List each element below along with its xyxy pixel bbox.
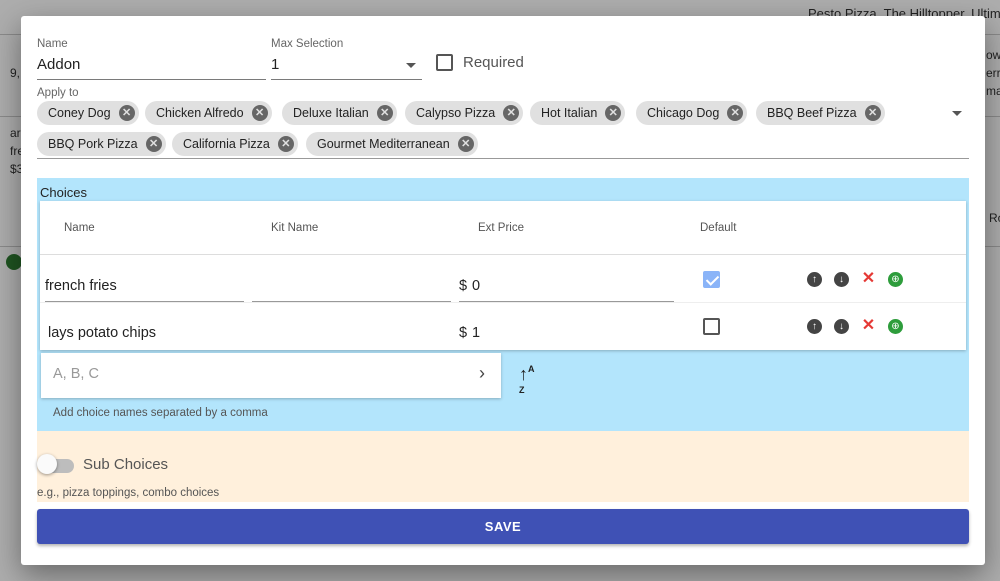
choice-name-input[interactable]: french fries	[45, 278, 117, 294]
chip-label: California Pizza	[183, 137, 270, 151]
chip-label: Coney Dog	[48, 106, 111, 120]
sub-choices-panel: Sub Choices e.g., pizza toppings, combo …	[37, 431, 969, 502]
move-down-icon[interactable]: ↓	[834, 272, 849, 287]
name-underline	[37, 79, 266, 80]
chip-calypso-pizza: Calypso Pizza ✕	[405, 101, 524, 125]
sub-choices-helper: e.g., pizza toppings, combo choices	[37, 487, 220, 499]
add-choices-card: ›	[41, 353, 501, 398]
move-up-icon[interactable]: ↑	[807, 319, 822, 334]
chevron-right-icon[interactable]: ›	[479, 363, 485, 384]
max-selection-label: Max Selection	[271, 38, 344, 50]
chip-label: Chicken Alfredo	[156, 106, 244, 120]
chip-chicken-alfredo: Chicken Alfredo ✕	[145, 101, 272, 125]
chip-remove-icon[interactable]: ✕	[605, 105, 622, 121]
chip-gourmet-mediterranean: Gourmet Mediterranean ✕	[306, 132, 478, 156]
globe-icon[interactable]: ⊕	[888, 319, 903, 334]
header-ext-price: Ext Price	[478, 222, 525, 234]
chip-remove-icon[interactable]: ✕	[503, 105, 520, 121]
apply-to-underline	[37, 158, 969, 159]
header-divider	[40, 254, 966, 255]
chip-bbq-pork-pizza: BBQ Pork Pizza ✕	[37, 132, 166, 156]
price-input[interactable]: 0	[472, 278, 480, 294]
delete-icon[interactable]: ✕	[861, 271, 876, 287]
addon-dialog: Name Addon Max Selection 1 Required Appl…	[21, 16, 985, 565]
required-checkbox[interactable]	[436, 54, 453, 71]
chip-coney-dog: Coney Dog ✕	[37, 101, 139, 125]
chip-label: Chicago Dog	[647, 106, 720, 120]
max-selection-dropdown-icon[interactable]	[406, 63, 416, 68]
chip-remove-icon[interactable]: ✕	[457, 136, 474, 152]
price-input[interactable]: 1	[472, 325, 480, 341]
header-default: Default	[700, 222, 737, 234]
chip-remove-icon[interactable]: ✕	[864, 105, 881, 121]
chip-chicago-dog: Chicago Dog ✕	[636, 101, 748, 125]
chip-remove-icon[interactable]: ✕	[118, 105, 135, 121]
sub-choices-toggle-thumb[interactable]	[37, 454, 57, 474]
chip-label: Calypso Pizza	[416, 106, 496, 120]
header-kit-name: Kit Name	[271, 222, 319, 234]
add-choices-helper: Add choice names separated by a comma	[53, 407, 268, 419]
globe-icon[interactable]: ⊕	[888, 272, 903, 287]
row-divider	[40, 302, 966, 303]
price-prefix: $	[459, 278, 468, 294]
chip-remove-icon[interactable]: ✕	[376, 105, 393, 121]
move-up-icon[interactable]: ↑	[807, 272, 822, 287]
choices-panel: Choices Name Kit Name Ext Price Default …	[37, 178, 969, 431]
chip-bbq-beef-pizza: BBQ Beef Pizza ✕	[756, 101, 885, 125]
sub-choices-label: Sub Choices	[83, 456, 169, 473]
chip-hot-italian: Hot Italian ✕	[530, 101, 626, 125]
apply-to-label: Apply to	[37, 87, 79, 99]
add-choices-input[interactable]	[53, 366, 453, 382]
name-input[interactable]: Addon	[37, 56, 80, 73]
price-prefix: $	[459, 325, 468, 341]
name-label: Name	[37, 38, 68, 50]
chip-label: Deluxe Italian	[293, 106, 369, 120]
chip-label: BBQ Beef Pizza	[767, 106, 857, 120]
choices-title: Choices	[40, 185, 87, 200]
default-checkbox[interactable]	[703, 318, 720, 335]
chip-deluxe-italian: Deluxe Italian ✕	[282, 101, 397, 125]
choice-name-input[interactable]: lays potato chips	[48, 325, 156, 341]
chip-remove-icon[interactable]: ✕	[251, 105, 268, 121]
delete-icon[interactable]: ✕	[861, 318, 876, 334]
chip-label: Hot Italian	[541, 106, 598, 120]
chip-california-pizza: California Pizza ✕	[172, 132, 298, 156]
choices-table: Name Kit Name Ext Price Default french f…	[40, 201, 966, 350]
chip-label: BBQ Pork Pizza	[48, 137, 138, 151]
save-button[interactable]: SAVE	[37, 509, 969, 544]
header-name: Name	[64, 222, 95, 234]
apply-to-dropdown-icon[interactable]	[952, 111, 962, 116]
chip-remove-icon[interactable]: ✕	[145, 136, 162, 152]
default-checkbox[interactable]	[703, 271, 720, 288]
sort-alpha-icon[interactable]: ↑A Z	[519, 364, 535, 406]
max-selection-underline	[271, 79, 422, 80]
max-selection-select[interactable]: 1	[271, 56, 279, 73]
chip-remove-icon[interactable]: ✕	[727, 105, 744, 121]
required-label: Required	[463, 54, 524, 71]
chip-remove-icon[interactable]: ✕	[277, 136, 294, 152]
chip-label: Gourmet Mediterranean	[317, 137, 450, 151]
move-down-icon[interactable]: ↓	[834, 319, 849, 334]
